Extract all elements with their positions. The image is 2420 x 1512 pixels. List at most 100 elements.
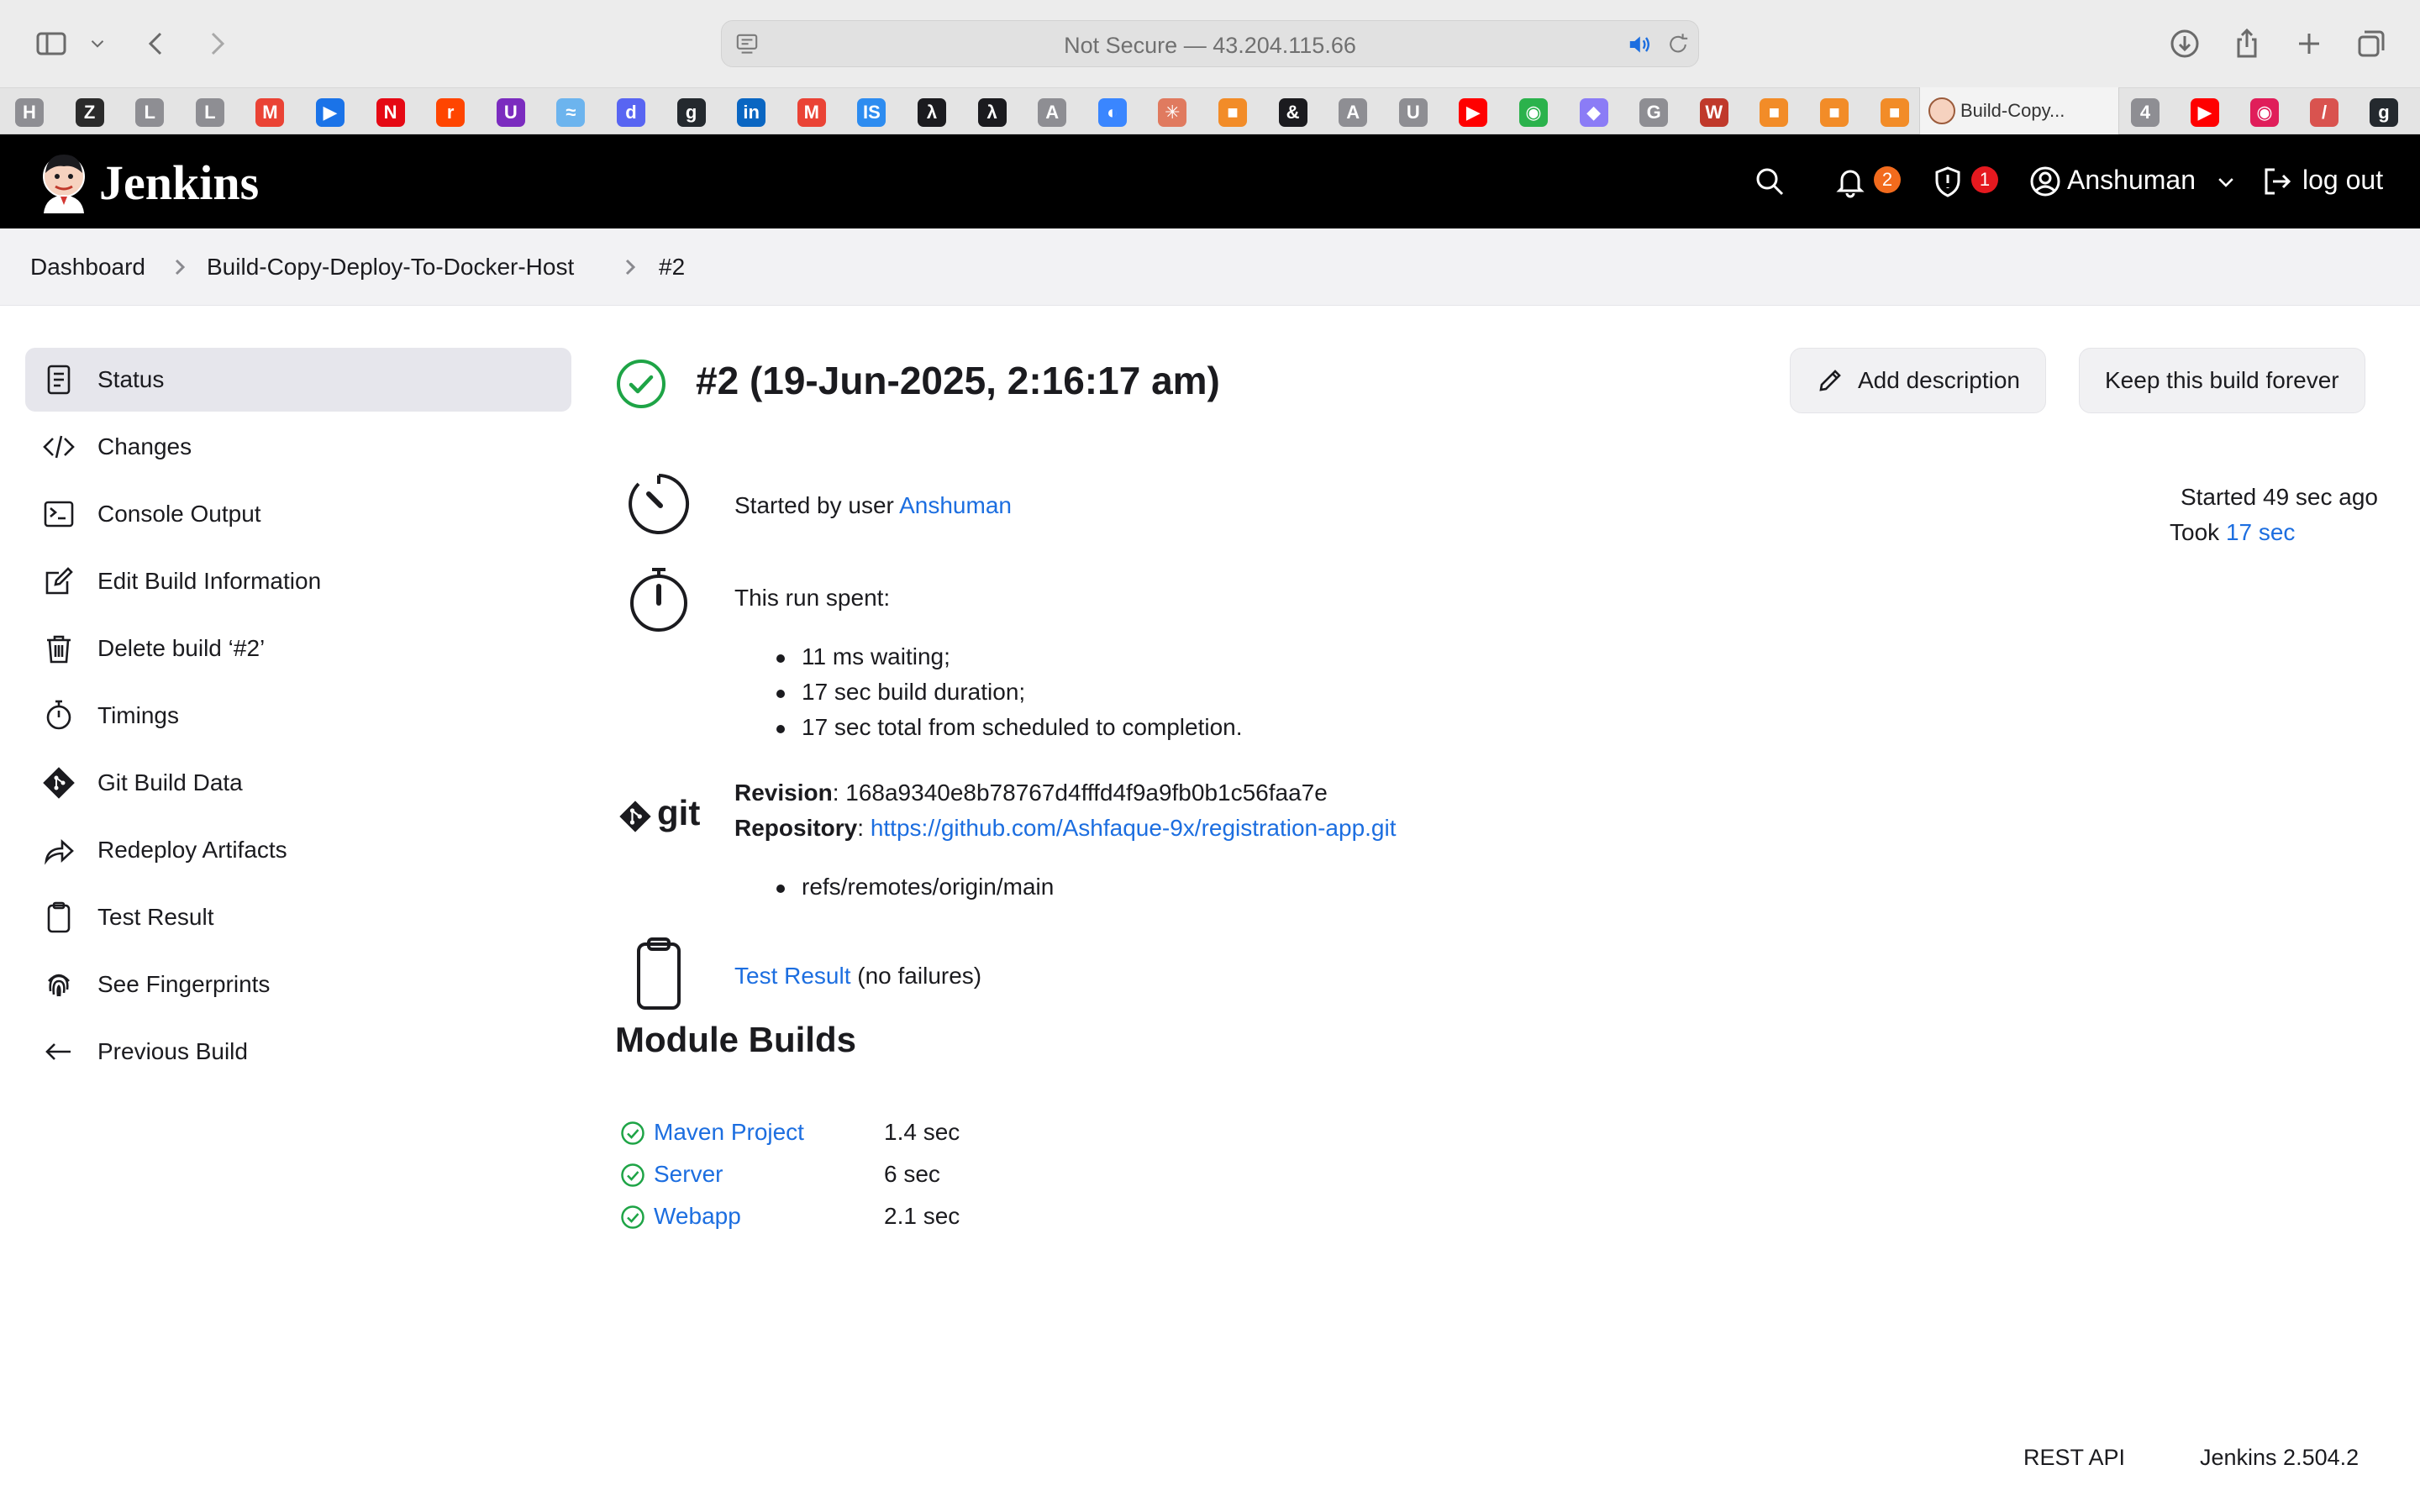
pinned-tab-icon[interactable]: ◉: [2250, 98, 2279, 127]
sidebar-item-console-output[interactable]: Console Output: [25, 482, 571, 546]
pinned-tab-icon[interactable]: λ: [918, 98, 946, 127]
breadcrumb-dashboard[interactable]: Dashboard: [30, 254, 145, 281]
module-row: Maven Project 1.4 sec: [615, 1116, 1203, 1149]
tab-overview-icon[interactable]: [2351, 22, 2391, 66]
back-button[interactable]: [138, 22, 175, 66]
pinned-tab-icon[interactable]: /: [2310, 98, 2338, 127]
revision-text: Revision: 168a9340e8b78767d4fffd4f9a9fb0…: [734, 780, 1328, 806]
pinned-tab-icon[interactable]: L: [195, 98, 224, 127]
jenkins-logo-icon[interactable]: [30, 148, 97, 215]
sidebar-item-status[interactable]: Status: [25, 348, 571, 412]
notifications-badge: 2: [1874, 166, 1901, 193]
downloads-icon[interactable]: [2165, 22, 2205, 66]
notifications-bell-icon[interactable]: [1833, 165, 1867, 202]
pinned-tab-icon[interactable]: g: [2370, 98, 2398, 127]
test-result-link[interactable]: Test Result: [734, 963, 851, 989]
logout-icon[interactable]: [2260, 165, 2294, 202]
tab-title: Build-Copy...: [1960, 100, 2065, 121]
sidebar-item-timings[interactable]: Timings: [25, 684, 571, 748]
jenkins-version[interactable]: Jenkins 2.504.2: [2200, 1445, 2359, 1471]
security-shield-icon[interactable]: [1931, 165, 1965, 202]
module-duration: 2.1 sec: [884, 1203, 960, 1229]
module-link[interactable]: Maven Project: [654, 1119, 804, 1146]
took-duration-link[interactable]: 17 sec: [2226, 519, 2296, 545]
repository-label: Repository: [734, 815, 858, 841]
reload-icon[interactable]: [1665, 31, 1691, 58]
sidebar-item-label: Status: [97, 366, 165, 392]
pinned-tab-icon[interactable]: ◉: [1519, 98, 1548, 127]
chevron-down-icon[interactable]: [82, 22, 113, 66]
rest-api-link[interactable]: REST API: [2023, 1445, 2125, 1471]
sidebar-item-edit-build-information[interactable]: Edit Build Information: [25, 549, 571, 613]
pinned-tab-icon[interactable]: ▶: [1459, 98, 1488, 127]
user-menu[interactable]: Anshuman: [2067, 165, 2237, 196]
pinned-tab-icon[interactable]: 4: [2131, 98, 2160, 127]
forward-button[interactable]: [198, 22, 235, 66]
pinned-tab-icon[interactable]: IS: [857, 98, 886, 127]
tab-build-copy[interactable]: Build-Copy...: [1919, 87, 2119, 134]
sidebar-item-test-result[interactable]: Test Result: [25, 885, 571, 949]
pinned-tab-icon[interactable]: ▶: [316, 98, 345, 127]
pinned-tab-icon[interactable]: M: [797, 98, 826, 127]
terminal-icon: [42, 497, 76, 531]
pinned-tab-icon[interactable]: ■: [1820, 98, 1849, 127]
pinned-tab-icon[interactable]: W: [1699, 98, 1728, 127]
logout-link[interactable]: log out: [2302, 165, 2383, 196]
started-by-user-link[interactable]: Anshuman: [899, 492, 1012, 518]
sidebar-toggle-icon[interactable]: [30, 22, 72, 66]
add-description-button[interactable]: Add description: [1790, 348, 2047, 413]
pinned-tab-icon[interactable]: H: [15, 98, 44, 127]
pinned-tab-icon[interactable]: ≈: [556, 98, 586, 127]
pinned-tab-icon[interactable]: ■: [1218, 98, 1247, 127]
status-icon: [42, 363, 76, 396]
pinned-tab-icon[interactable]: G: [1639, 98, 1669, 127]
sidebar-item-delete-build[interactable]: Delete build ‘#2’: [25, 617, 571, 680]
audio-playing-icon[interactable]: [1626, 31, 1653, 58]
module-link[interactable]: Server: [654, 1161, 723, 1188]
run-spent-item: 17 sec total from scheduled to completio…: [771, 714, 1243, 741]
jenkins-brand[interactable]: Jenkins: [99, 155, 259, 211]
new-tab-icon[interactable]: [2289, 22, 2329, 66]
sidebar-item-redeploy-artifacts[interactable]: Redeploy Artifacts: [25, 818, 571, 882]
pinned-tab-icon[interactable]: A: [1339, 98, 1368, 127]
pinned-tab-icon[interactable]: U: [1398, 98, 1428, 127]
share-icon[interactable]: [2227, 22, 2267, 66]
search-icon[interactable]: [1753, 165, 1786, 202]
sidebar-item-see-fingerprints[interactable]: See Fingerprints: [25, 953, 571, 1016]
pinned-tab-icon[interactable]: ■: [1880, 98, 1909, 127]
pinned-tab-icon[interactable]: &: [1278, 98, 1307, 127]
pinned-tab-icon[interactable]: r: [436, 98, 466, 127]
breadcrumb-job[interactable]: Build-Copy-Deploy-To-Docker-Host: [207, 254, 574, 281]
pinned-tab-icon[interactable]: ■: [1760, 98, 1789, 127]
pinned-tab-icon[interactable]: U: [496, 98, 525, 127]
pinned-tab-icon[interactable]: N: [376, 98, 405, 127]
pinned-tab-icon[interactable]: Z: [75, 98, 104, 127]
sidebar-item-previous-build[interactable]: Previous Build: [25, 1020, 571, 1084]
breadcrumb-build[interactable]: #2: [659, 254, 685, 281]
page-title: #2 (19-Jun-2025, 2:16:17 am): [696, 359, 1220, 402]
sidebar-item-label: Delete build ‘#2’: [97, 635, 266, 661]
module-link[interactable]: Webapp: [654, 1203, 741, 1230]
address-bar[interactable]: Not Secure — 43.204.115.66: [721, 20, 1699, 67]
pinned-tab-icon[interactable]: A: [1038, 98, 1067, 127]
pinned-tab-icon[interactable]: d: [617, 98, 645, 127]
user-avatar-icon[interactable]: [2028, 165, 2062, 202]
pinned-tab-icon[interactable]: in: [737, 98, 766, 127]
pinned-tab-icon[interactable]: ▶: [2191, 98, 2219, 127]
sidebar-item-git-build-data[interactable]: Git Build Data: [25, 751, 571, 815]
run-spent-item: 11 ms waiting;: [771, 643, 950, 670]
repository-link[interactable]: https://github.com/Ashfaque-9x/registrat…: [871, 815, 1397, 841]
pinned-tab-icon[interactable]: ◆: [1579, 98, 1608, 127]
side-panel: Status Changes Console Output Edit Build…: [25, 348, 571, 1087]
sidebar-item-label: See Fingerprints: [97, 971, 271, 997]
pinned-tab-icon[interactable]: L: [135, 98, 165, 127]
pinned-tab-icon[interactable]: g: [676, 98, 706, 127]
started-by-text: Started by user Anshuman: [734, 492, 1012, 519]
sidebar-item-changes[interactable]: Changes: [25, 415, 571, 479]
pinned-tab-icon[interactable]: ◐: [1097, 98, 1127, 127]
chevron-down-icon[interactable]: [2215, 171, 2237, 193]
pinned-tab-icon[interactable]: λ: [977, 98, 1007, 127]
pinned-tab-icon[interactable]: M: [255, 98, 285, 127]
keep-build-forever-button[interactable]: Keep this build forever: [2079, 348, 2365, 413]
pinned-tab-icon[interactable]: ✳: [1158, 98, 1187, 127]
